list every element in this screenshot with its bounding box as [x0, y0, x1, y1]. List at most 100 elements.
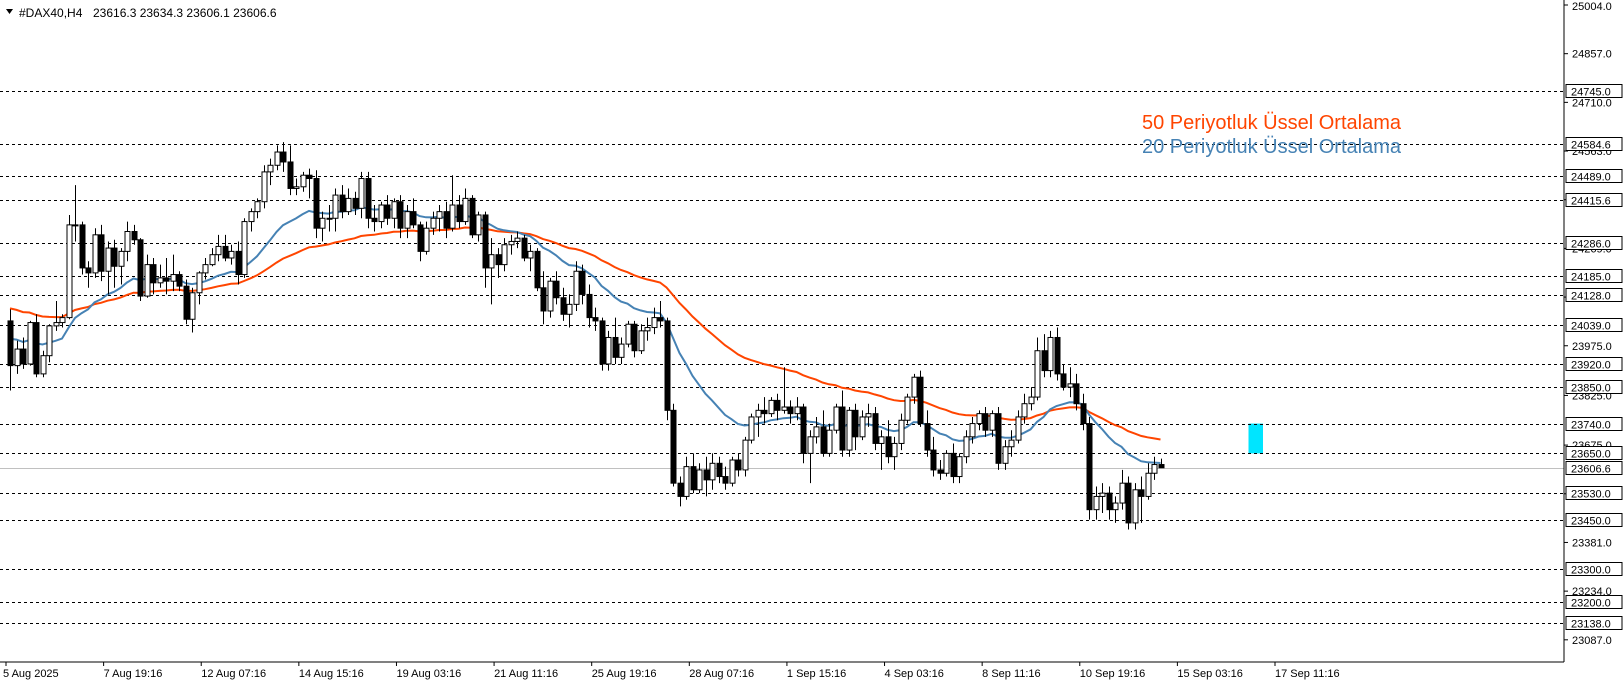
candle-body-bull [846, 409, 853, 451]
time-tick-label: 17 Sep 11:16 [1275, 668, 1340, 680]
candle [833, 403, 840, 434]
candle-body-bear [1054, 336, 1061, 375]
candle-body-bear [852, 409, 859, 438]
candle-body-bull [859, 416, 866, 438]
candle-body-bull [625, 323, 632, 345]
candle-body-bear [1086, 423, 1093, 511]
time-tick-label: 21 Aug 11:16 [494, 668, 558, 680]
candle-body-bear [937, 469, 944, 474]
candle-body-bull [1047, 336, 1054, 372]
candle-body-bull [508, 240, 515, 246]
candle-body-bull [527, 250, 534, 259]
candle-body-bear [280, 151, 287, 163]
candle [92, 228, 99, 278]
candle-body-bear [774, 399, 781, 411]
candle-body-bear [722, 476, 729, 484]
candle-body-bull [878, 436, 885, 444]
candle-body-bear [20, 348, 27, 365]
candle-body-bear [352, 197, 359, 209]
candle-body-bear [131, 231, 138, 241]
candle-body-bear [98, 234, 105, 272]
candle-body-bull [1034, 350, 1041, 398]
candle-body-bear [820, 426, 827, 454]
candle-body-bull [157, 277, 164, 284]
candle-body-bear [365, 178, 372, 219]
candle-body-bull [514, 237, 521, 242]
candle-body-bull [241, 221, 248, 276]
level-label: 23650.0 [1571, 449, 1611, 461]
candle [521, 234, 528, 262]
candle-body-bull [53, 322, 60, 327]
candle-body-bear [716, 462, 723, 478]
candle-body-bull [59, 317, 66, 324]
candle-body-bull [748, 416, 755, 441]
candle-body-bull [501, 244, 508, 266]
candle-body-bull [170, 274, 177, 282]
candle-body-bull [605, 336, 612, 365]
candle-body-bull [430, 217, 437, 229]
candle-body-bear [885, 436, 892, 458]
candle-body-bear [599, 320, 606, 365]
candle-body-bull [911, 376, 918, 398]
candle-body-bear [982, 413, 989, 431]
time-tick-label: 8 Sep 11:16 [982, 668, 1041, 680]
candle-body-bear [521, 237, 528, 259]
candle [768, 397, 775, 417]
candle [241, 218, 248, 278]
candle-body-bull [807, 436, 814, 454]
candle-body-bull [345, 197, 352, 213]
candle-body-bull [904, 396, 911, 421]
candle-body-bull [462, 197, 469, 223]
candle-body-bull [989, 413, 996, 431]
candle-body-bull [358, 178, 365, 209]
candle-body-bear [839, 406, 846, 451]
candle-body-bear [560, 297, 567, 315]
candle-body-bull [215, 245, 222, 256]
candle-body-bear [995, 413, 1002, 464]
candle-body-bull [566, 303, 573, 315]
candle-body-bear [339, 194, 346, 213]
time-tick-label: 12 Aug 07:16 [201, 668, 266, 680]
candle-body-bull [274, 151, 281, 166]
candle-body-bull [813, 426, 820, 438]
price-chart[interactable]: 25004.024857.024710.024563.024416.024269… [0, 0, 1624, 684]
candle-body-bull [1112, 502, 1119, 511]
candle-body-bear [235, 250, 242, 276]
price-tick-label: 23975.0 [1572, 341, 1612, 353]
candle-body-bull [196, 272, 203, 294]
time-tick-label: 7 Aug 19:16 [104, 668, 163, 680]
candle [261, 165, 268, 209]
candle-body-bull [144, 264, 151, 297]
candle-body-bear [1041, 350, 1048, 372]
level-label: 23530.0 [1571, 489, 1611, 501]
candle-body-bull [378, 204, 385, 223]
chart-header: #DAX40,H4 23616.3 23634.3 23606.1 23606.… [6, 6, 277, 20]
candle [729, 456, 736, 487]
candle-body-bear [495, 254, 502, 266]
legend-ema20: 20 Periyotluk Üssel Ortalama [1142, 136, 1402, 158]
candle-body-bull [573, 270, 580, 305]
candle [748, 413, 755, 444]
candle-body-bull [1132, 489, 1139, 524]
level-label: 24584.6 [1571, 140, 1611, 152]
candle [534, 248, 541, 292]
candle-body-bear [417, 224, 424, 252]
resistance-zone-layer [1248, 423, 1263, 454]
candle [469, 195, 476, 239]
candle [917, 370, 924, 427]
candle-body-bear [163, 277, 170, 282]
candle-body-bull [618, 343, 625, 358]
candle-body-bear [950, 452, 957, 478]
candle-body-bear [137, 239, 144, 297]
candle-body-bull [969, 423, 976, 438]
candle-body-bear [800, 406, 807, 454]
candle-body-bull [1151, 464, 1158, 474]
candle [599, 317, 606, 371]
candle [313, 170, 320, 239]
level-label: 24745.0 [1571, 87, 1611, 99]
candle-body-bull [27, 322, 34, 365]
candle-body-bear [677, 482, 684, 497]
candle-body-bull [14, 348, 21, 367]
candle [66, 214, 73, 320]
candle-body-bull [404, 211, 411, 229]
